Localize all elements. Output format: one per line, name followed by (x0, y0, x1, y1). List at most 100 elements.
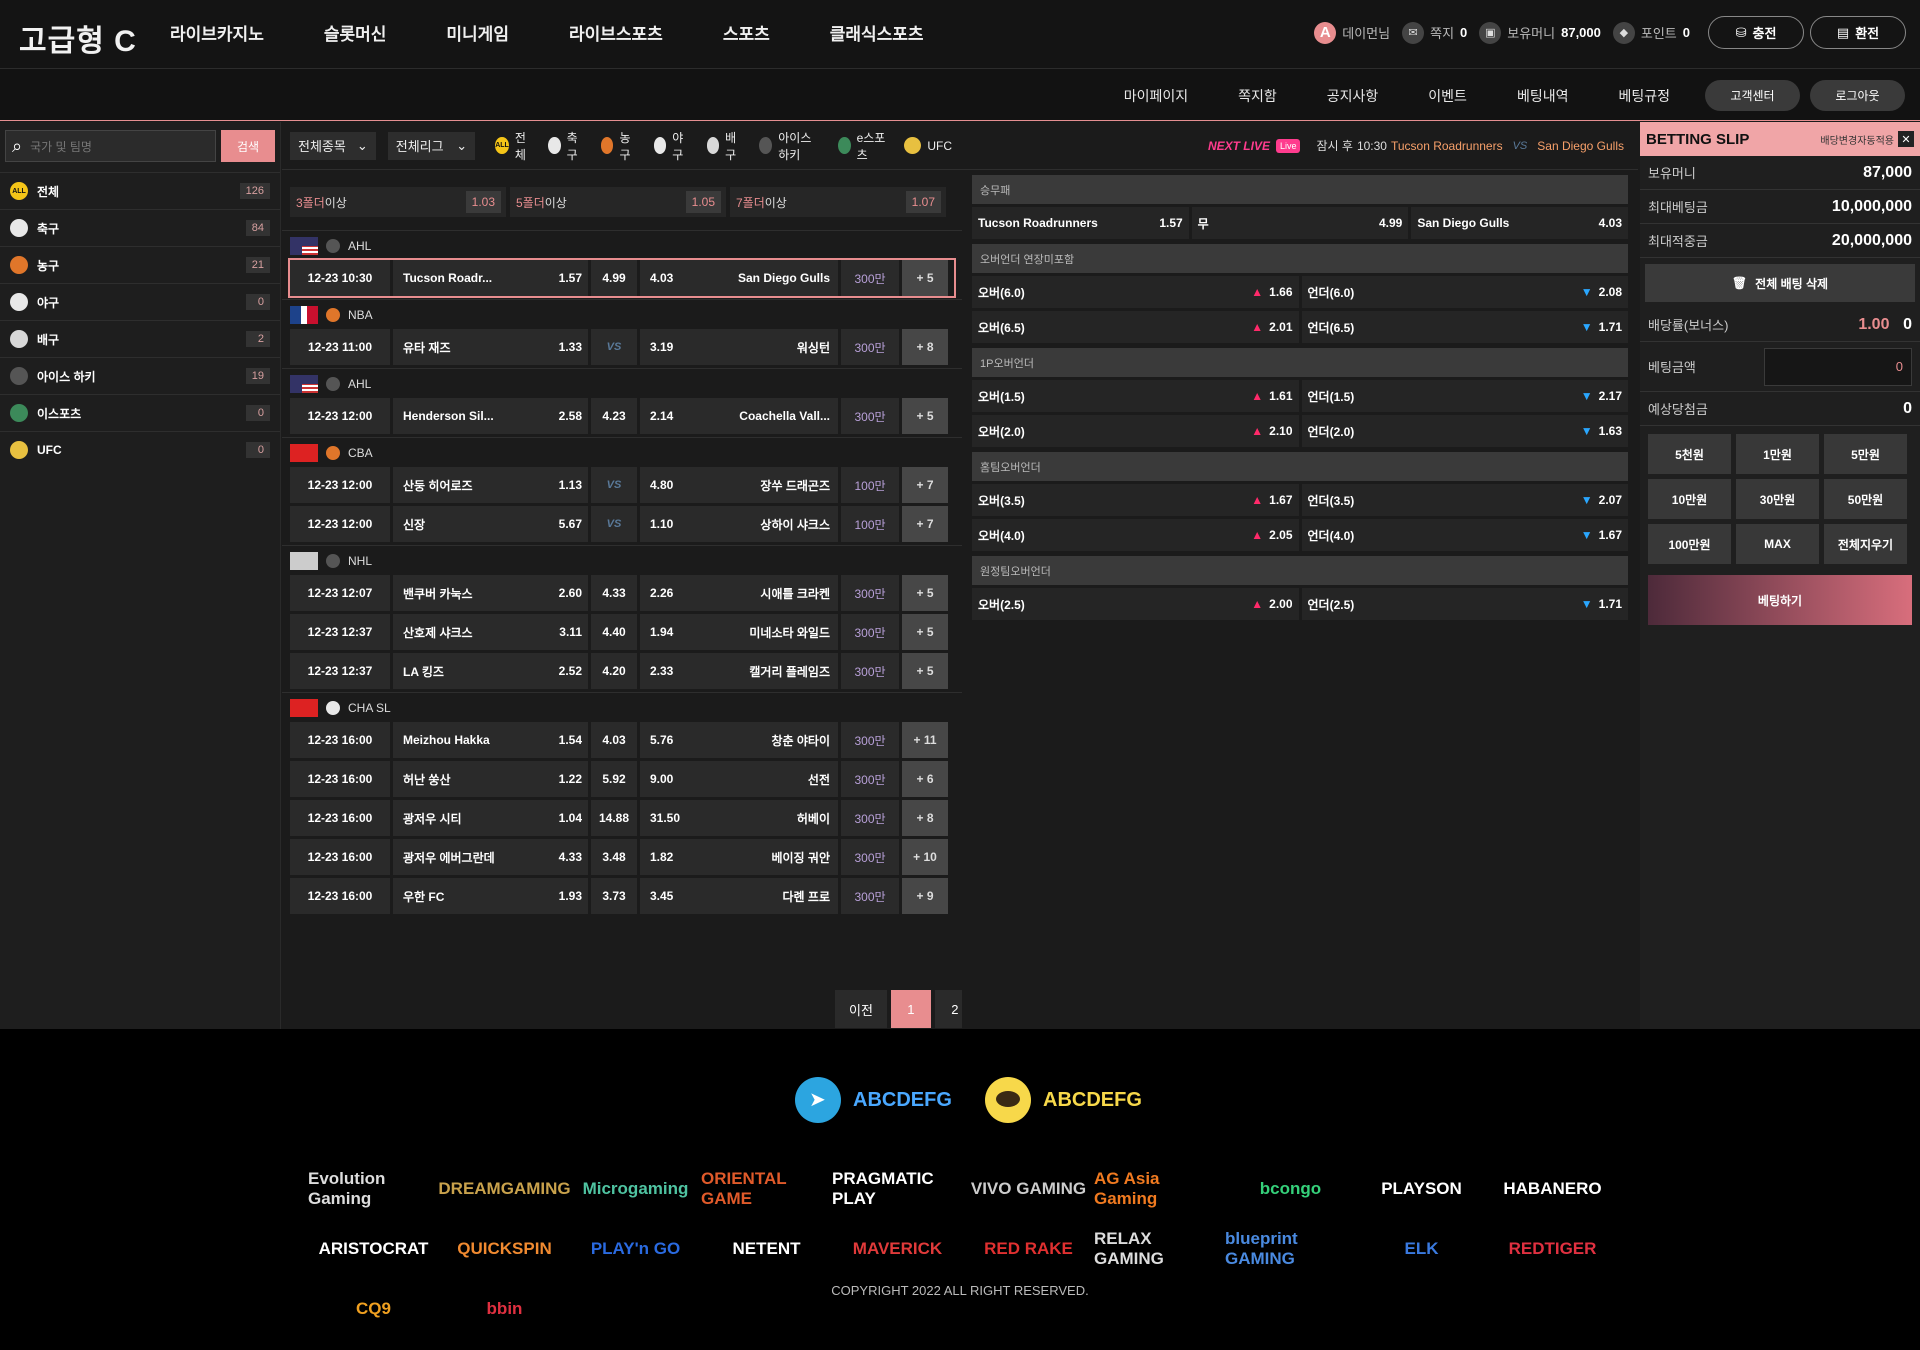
under-odds-button[interactable]: 언더(1.5) ▼ 2.17 (1301, 380, 1628, 412)
odds-draw-button[interactable]: VS (591, 506, 637, 542)
category-item[interactable]: 야구 0 (0, 283, 280, 320)
quick-amount-button[interactable]: 5만원 (1824, 434, 1907, 474)
sub-nav-events[interactable]: 이벤트 (1428, 86, 1467, 106)
over-odds-button[interactable]: 오버(1.5) ▲ 1.61 (972, 380, 1299, 412)
odds-away-button[interactable]: 3.45 다롄 프로 (640, 878, 838, 914)
odds-home-button[interactable]: Meizhou Hakka 1.54 (393, 722, 588, 758)
odds-draw-button[interactable]: 4.03 (591, 722, 637, 758)
sport-tab[interactable]: 아이스하키 (759, 129, 819, 163)
more-markets-button[interactable]: + 5 (902, 614, 948, 650)
quick-amount-button[interactable]: 100만원 (1648, 524, 1731, 564)
under-odds-button[interactable]: 언더(3.5) ▼ 2.07 (1301, 484, 1628, 516)
odds-away-button[interactable]: 9.00 선전 (640, 761, 838, 797)
odds-draw-button[interactable]: 4.33 (591, 575, 637, 611)
more-markets-button[interactable]: + 7 (902, 467, 948, 503)
under-odds-button[interactable]: 언더(2.5) ▼ 1.71 (1301, 588, 1628, 620)
odds-home[interactable]: Tucson Roadrunners 1.57 (972, 207, 1189, 239)
nav-item-classic-sports[interactable]: 클래식스포츠 (830, 20, 924, 45)
odds-home-button[interactable]: 우한 FC 1.93 (393, 878, 588, 914)
odds-away-button[interactable]: 1.10 상하이 샤크스 (640, 506, 838, 542)
odds-home-button[interactable]: Henderson Sil... 2.58 (393, 398, 588, 434)
odds-away-button[interactable]: 31.50 허베이 (640, 800, 838, 836)
more-markets-button[interactable]: + 7 (902, 506, 948, 542)
odds-away-button[interactable]: 2.26 시애틀 크라켄 (640, 575, 838, 611)
over-odds-button[interactable]: 오버(6.0) ▲ 1.66 (972, 276, 1299, 308)
more-markets-button[interactable]: + 8 (902, 800, 948, 836)
odds-draw[interactable]: 무 4.99 (1191, 207, 1409, 239)
odds-draw-button[interactable]: 3.73 (591, 878, 637, 914)
support-button[interactable]: 고객센터 (1705, 80, 1800, 111)
odds-away-button[interactable]: 1.94 미네소타 와일드 (640, 614, 838, 650)
search-button[interactable]: 검색 (221, 130, 275, 162)
sport-tab[interactable]: e스포츠 (837, 129, 887, 163)
sport-tab[interactable]: ALL 전체 (495, 129, 530, 163)
over-odds-button[interactable]: 오버(3.5) ▲ 1.67 (972, 484, 1299, 516)
sub-nav-bet-history[interactable]: 베팅내역 (1517, 86, 1569, 106)
kakao-contact[interactable]: ABCDEFG (985, 1077, 1142, 1123)
nav-item-live-casino[interactable]: 라이브카지노 (170, 20, 264, 45)
nav-item-live-sports[interactable]: 라이브스포츠 (569, 20, 663, 45)
nav-item-sports[interactable]: 스포츠 (723, 20, 770, 45)
more-markets-button[interactable]: + 6 (902, 761, 948, 797)
odds-home-button[interactable]: 허난 쑹산 1.22 (393, 761, 588, 797)
more-markets-button[interactable]: + 5 (902, 260, 948, 296)
odds-draw-button[interactable]: 5.92 (591, 761, 637, 797)
odds-away-button[interactable]: 4.03 San Diego Gulls (640, 260, 838, 296)
odds-home-button[interactable]: 산둥 히어로즈 1.13 (393, 467, 588, 503)
sport-tab[interactable]: 농구 (600, 129, 636, 163)
sub-nav-mypage[interactable]: 마이페이지 (1124, 86, 1188, 106)
quick-amount-button[interactable]: MAX (1736, 524, 1819, 564)
search-input[interactable]: ⌕ 국가 및 팀명 (5, 130, 216, 162)
category-item[interactable]: 축구 84 (0, 209, 280, 246)
odds-draw-button[interactable]: VS (591, 467, 637, 503)
more-markets-button[interactable]: + 5 (902, 575, 948, 611)
odds-away[interactable]: San Diego Gulls 4.03 (1411, 207, 1629, 239)
close-icon[interactable]: ✕ (1898, 131, 1914, 147)
odds-away-button[interactable]: 2.14 Coachella Vall... (640, 398, 838, 434)
quick-amount-button[interactable]: 10만원 (1648, 479, 1731, 519)
odds-draw-button[interactable]: 4.20 (591, 653, 637, 689)
over-odds-button[interactable]: 오버(6.5) ▲ 2.01 (972, 311, 1299, 343)
messages[interactable]: ✉ 쪽지 0 (1402, 21, 1467, 44)
telegram-contact[interactable]: ➤ ABCDEFG (795, 1077, 952, 1123)
category-item[interactable]: 농구 21 (0, 246, 280, 283)
under-odds-button[interactable]: 언더(6.0) ▼ 2.08 (1301, 276, 1628, 308)
odds-away-button[interactable]: 3.19 워싱턴 (640, 329, 838, 365)
odds-home-button[interactable]: 산호제 샤크스 3.11 (393, 614, 588, 650)
odds-away-button[interactable]: 5.76 창춘 야타이 (640, 722, 838, 758)
withdraw-button[interactable]: ▤ 환전 (1810, 16, 1906, 49)
quick-amount-button[interactable]: 50만원 (1824, 479, 1907, 519)
odds-away-button[interactable]: 2.33 캘거리 플레임즈 (640, 653, 838, 689)
over-odds-button[interactable]: 오버(2.0) ▲ 2.10 (972, 415, 1299, 447)
more-markets-button[interactable]: + 8 (902, 329, 948, 365)
odds-home-button[interactable]: 광저우 시티 1.04 (393, 800, 588, 836)
under-odds-button[interactable]: 언더(4.0) ▼ 1.67 (1301, 519, 1628, 551)
sport-tab[interactable]: 배구 (706, 129, 742, 163)
sub-nav-notice[interactable]: 공지사항 (1327, 86, 1379, 106)
live-home-team[interactable]: Tucson Roadrunners (1391, 139, 1503, 153)
more-markets-button[interactable]: + 5 (902, 398, 948, 434)
odds-draw-button[interactable]: 14.88 (591, 800, 637, 836)
sport-select[interactable]: 전체종목 ⌄ (290, 131, 376, 160)
odds-draw-button[interactable]: VS (591, 329, 637, 365)
logo[interactable]: 고급형 C (19, 16, 137, 60)
nav-item-minigame[interactable]: 미니게임 (446, 20, 509, 45)
nav-item-slot[interactable]: 슬롯머신 (324, 20, 387, 45)
logout-button[interactable]: 로그아웃 (1810, 80, 1905, 111)
deposit-button[interactable]: ⛁ 충전 (1708, 16, 1804, 49)
odds-draw-button[interactable]: 4.99 (591, 260, 637, 296)
place-bet-button[interactable]: 베팅하기 (1648, 575, 1912, 625)
clear-all-bets-button[interactable]: 🗑 전체 배팅 삭제 (1645, 264, 1915, 302)
odds-draw-button[interactable]: 3.48 (591, 839, 637, 875)
over-odds-button[interactable]: 오버(2.5) ▲ 2.00 (972, 588, 1299, 620)
league-select[interactable]: 전체리그 ⌄ (387, 131, 476, 160)
sport-tab[interactable]: UFC (904, 129, 952, 163)
live-away-team[interactable]: San Diego Gulls (1537, 139, 1624, 153)
category-item[interactable]: 배구 2 (0, 320, 280, 357)
quick-amount-button[interactable]: 30만원 (1736, 479, 1819, 519)
odds-away-button[interactable]: 4.80 장쑤 드래곤즈 (640, 467, 838, 503)
odds-draw-button[interactable]: 4.40 (591, 614, 637, 650)
more-markets-button[interactable]: + 9 (902, 878, 948, 914)
more-markets-button[interactable]: + 5 (902, 653, 948, 689)
category-item[interactable]: UFC 0 (0, 431, 280, 468)
